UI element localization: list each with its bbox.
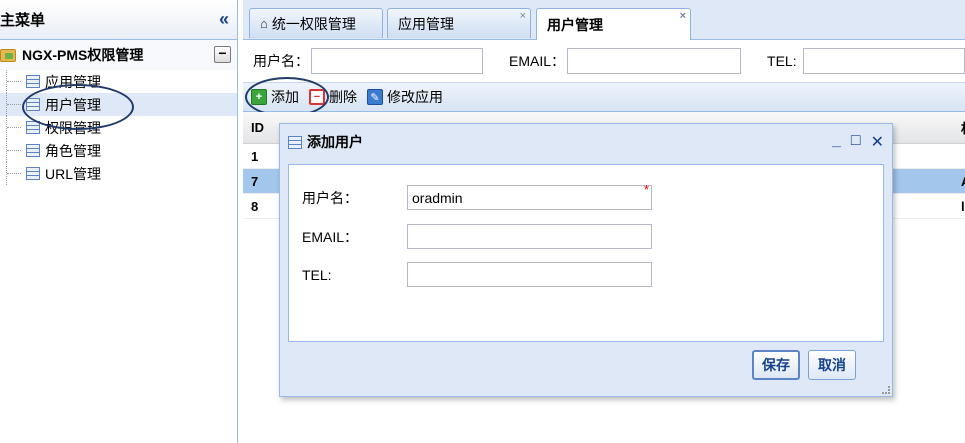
cell-right: l: [961, 198, 965, 214]
email-field[interactable]: [407, 224, 652, 249]
table-icon: [26, 75, 40, 88]
email-search-input[interactable]: [567, 48, 742, 74]
left-menu-header: 主菜单 «: [0, 0, 237, 40]
dialog-tools: _ □ ✕: [832, 132, 884, 152]
tree-connector: [6, 116, 24, 139]
tree-connector: [6, 139, 24, 162]
tab-unified-permission[interactable]: ⌂ 统一权限管理: [249, 8, 383, 38]
tree-root[interactable]: NGX-PMS权限管理 −: [0, 40, 237, 70]
table-icon: [288, 135, 302, 149]
edit-button-label: 修改应用: [387, 89, 443, 105]
tel-row: TEL:: [302, 262, 652, 287]
sidebar-item-label: 角色管理: [45, 142, 101, 159]
tel-field[interactable]: [407, 262, 652, 287]
dialog-form: 用户名： oradmin * EMAIL： TEL:: [288, 164, 884, 342]
left-menu-title: 主菜单: [0, 12, 46, 29]
sidebar-item-user-management[interactable]: 用户管理: [0, 93, 237, 116]
username-value: oradmin: [412, 189, 463, 206]
resize-handle[interactable]: [882, 386, 890, 394]
username-row: 用户名： oradmin *: [302, 182, 652, 210]
sidebar-item-label: URL管理: [45, 165, 102, 182]
add-icon: +: [251, 89, 267, 105]
cell-id: 8: [251, 198, 259, 214]
add-user-dialog: 添加用户 _ □ ✕ 用户名： oradmin * EMAIL： TEL: 保存…: [279, 123, 893, 397]
cancel-button[interactable]: 取消: [808, 350, 856, 380]
collapse-icon[interactable]: «: [219, 9, 229, 30]
add-button-label: 添加: [271, 89, 299, 105]
required-marker: *: [643, 182, 649, 197]
delete-button-label: 删除: [329, 89, 357, 105]
username-label: 用户名：: [302, 189, 358, 206]
email-search-label: EMAIL：: [509, 53, 566, 69]
delete-button[interactable]: − 删除: [309, 87, 357, 107]
minimize-icon[interactable]: _: [832, 132, 841, 152]
sidebar-item-url-management[interactable]: URL管理: [0, 162, 237, 185]
sidebar-item-role-management[interactable]: 角色管理: [0, 139, 237, 162]
dialog-footer: 保存 取消: [288, 342, 884, 388]
tel-search-label: TEL:: [767, 53, 797, 69]
cell-id: 7: [251, 173, 259, 189]
maximize-icon[interactable]: □: [851, 132, 861, 152]
tab-label: 统一权限管理: [271, 15, 356, 32]
folder-icon: [0, 48, 16, 62]
tel-label: TEL:: [302, 266, 332, 283]
email-row: EMAIL：: [302, 224, 652, 249]
close-icon[interactable]: ×: [520, 10, 526, 22]
column-header-id[interactable]: ID: [243, 120, 283, 135]
save-button[interactable]: 保存: [752, 350, 800, 380]
username-search-label: 用户名：: [253, 53, 309, 69]
edit-button[interactable]: ✎ 修改应用: [367, 87, 443, 107]
close-icon[interactable]: ✕: [871, 132, 884, 152]
edit-icon: ✎: [367, 89, 383, 105]
sidebar-item-label: 应用管理: [45, 73, 101, 90]
collapse-tree-icon[interactable]: −: [214, 46, 231, 63]
tree-connector: [6, 162, 24, 185]
tab-user-management[interactable]: 用户管理 ×: [536, 8, 691, 40]
tree-root-label: NGX-PMS权限管理: [22, 47, 144, 63]
left-menu-panel: 主菜单 « NGX-PMS权限管理 − 应用管理 用户管理 权限管理 角色管理 …: [0, 0, 238, 443]
table-icon: [26, 98, 40, 111]
search-bar: 用户名： EMAIL： TEL:: [243, 40, 965, 82]
table-icon: [26, 167, 40, 180]
home-icon: ⌂: [260, 16, 268, 31]
delete-icon: −: [309, 89, 325, 105]
email-label: EMAIL：: [302, 228, 359, 245]
cell-id: 1: [251, 148, 259, 164]
dialog-header[interactable]: 添加用户 _ □ ✕: [280, 124, 892, 160]
tab-label: 用户管理: [547, 16, 603, 33]
tab-bar: ⌂ 统一权限管理 应用管理 × 用户管理 ×: [243, 0, 965, 40]
tree-connector: [6, 93, 24, 116]
dialog-title: 添加用户: [307, 134, 363, 150]
username-field[interactable]: oradmin *: [407, 182, 652, 210]
username-search-input[interactable]: [311, 48, 483, 74]
tab-label: 应用管理: [398, 15, 454, 32]
sidebar-item-app-management[interactable]: 应用管理: [0, 70, 237, 93]
tree-connector: [6, 70, 24, 93]
sidebar-item-label: 权限管理: [45, 119, 101, 136]
add-button[interactable]: + 添加: [251, 87, 299, 107]
table-icon: [26, 121, 40, 134]
sidebar-item-permission-management[interactable]: 权限管理: [0, 116, 237, 139]
tel-search-input[interactable]: [802, 48, 965, 74]
cell-right: A: [953, 174, 965, 189]
grid-toolbar: + 添加 − 删除 ✎ 修改应用: [243, 77, 965, 117]
column-header-right[interactable]: 相: [953, 118, 965, 137]
tab-app-management[interactable]: 应用管理 ×: [387, 8, 531, 38]
table-icon: [26, 144, 40, 157]
close-icon[interactable]: ×: [680, 10, 686, 22]
sidebar-item-label: 用户管理: [45, 96, 101, 113]
